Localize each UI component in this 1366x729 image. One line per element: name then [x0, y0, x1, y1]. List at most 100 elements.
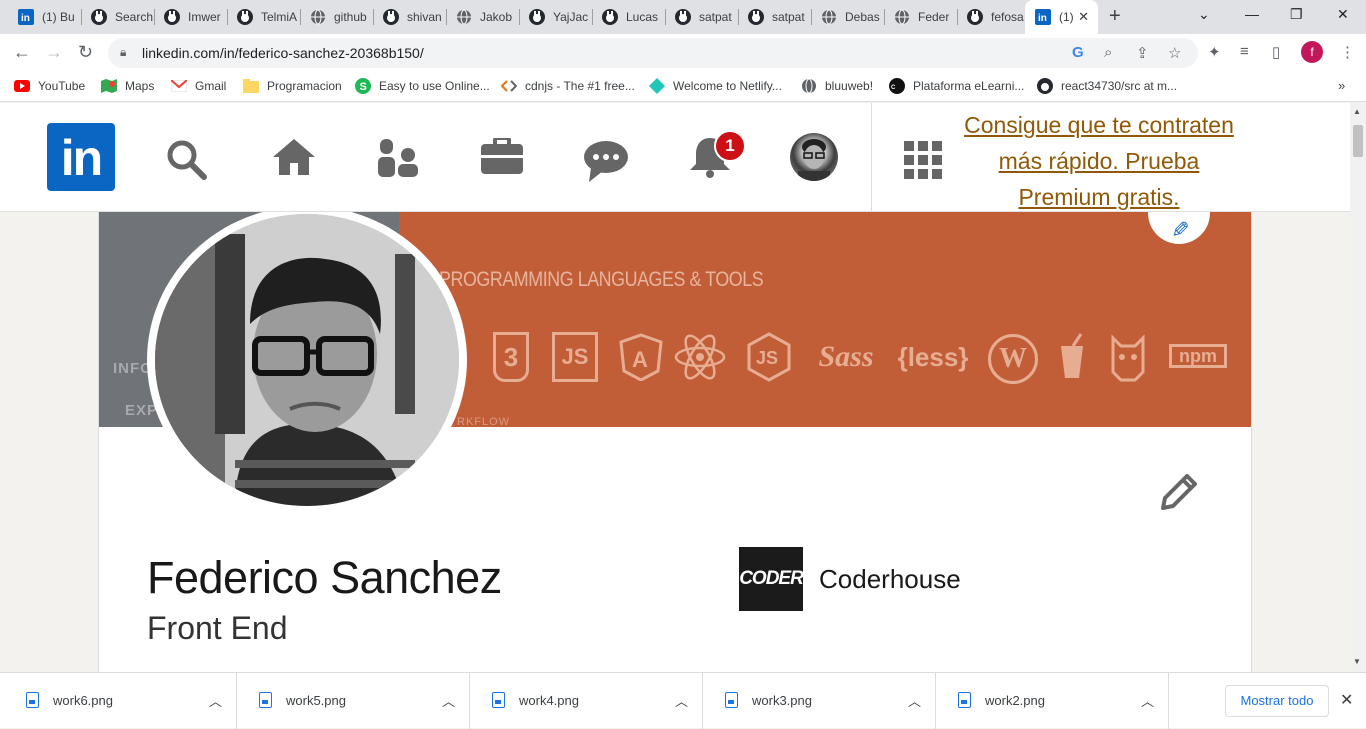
scroll-up-icon[interactable]: ▲: [1353, 107, 1361, 116]
back-icon[interactable]: ←: [13, 42, 31, 62]
tab-title: TelmiA: [261, 10, 298, 24]
minimize-icon[interactable]: —: [1245, 6, 1259, 22]
bookmark-item[interactable]: C Plataforma eLearni...: [889, 78, 1024, 94]
search-icon[interactable]: [166, 139, 208, 181]
me-avatar[interactable]: [790, 133, 838, 181]
download-item[interactable]: work4.png ︿: [470, 673, 703, 729]
bookmark-label: YouTube: [38, 79, 86, 93]
tab-title: github: [334, 10, 367, 24]
browser-tab[interactable]: satpat: [665, 0, 738, 34]
github-icon: [1037, 78, 1053, 94]
globe-icon: [821, 9, 837, 25]
tab-separator: [227, 9, 228, 25]
chevron-up-icon[interactable]: ︿: [908, 691, 921, 710]
bookmark-star-icon[interactable]: ☆: [1168, 44, 1181, 62]
download-item[interactable]: work3.png ︿: [703, 673, 936, 729]
download-item[interactable]: work6.png ︿: [4, 673, 237, 729]
browser-tab[interactable]: Search: [81, 0, 154, 34]
page-scrollbar[interactable]: ▲ ▼: [1350, 103, 1366, 672]
linkedin-logo[interactable]: in: [47, 123, 115, 191]
bookmark-item[interactable]: YouTube: [14, 78, 85, 94]
more-bookmarks-icon[interactable]: »: [1338, 78, 1345, 93]
extensions-icon[interactable]: ✦: [1208, 43, 1221, 61]
browser-tab[interactable]: github: [300, 0, 373, 34]
bookmark-item[interactable]: Welcome to Netlify...: [649, 78, 782, 94]
browser-tab[interactable]: Lucas: [592, 0, 665, 34]
network-icon[interactable]: [378, 137, 420, 179]
download-item[interactable]: work5.png ︿: [237, 673, 470, 729]
google-icon[interactable]: G: [1072, 44, 1084, 61]
tab-separator: [446, 9, 447, 25]
restore-icon[interactable]: ❐: [1290, 6, 1303, 23]
svg-text:in: in: [1038, 13, 1047, 24]
browser-tab[interactable]: satpat: [738, 0, 811, 34]
download-item[interactable]: work2.png ︿: [936, 673, 1169, 729]
profile-photo[interactable]: [147, 212, 467, 514]
browser-tab[interactable]: shivan: [373, 0, 446, 34]
bookmark-item[interactable]: bluuweb!: [801, 78, 873, 94]
globe-icon: [310, 9, 326, 25]
github-icon: [967, 9, 983, 25]
svg-text:S: S: [360, 81, 367, 93]
tab-title: Lucas: [626, 10, 659, 24]
edit-intro-pencil-icon[interactable]: [1157, 470, 1201, 514]
scroll-thumb[interactable]: [1353, 125, 1363, 157]
bookmark-item[interactable]: react34730/src at m...: [1037, 78, 1177, 94]
company-name[interactable]: Coderhouse: [819, 564, 961, 595]
sass-icon: Sass: [818, 340, 874, 373]
bookmark-item[interactable]: Gmail: [171, 78, 226, 94]
chevron-up-icon[interactable]: ︿: [209, 691, 222, 710]
reload-icon[interactable]: ↻: [78, 42, 93, 62]
new-tab-button[interactable]: +: [1109, 5, 1121, 28]
browser-tab[interactable]: Jakob: [446, 0, 519, 34]
forward-icon[interactable]: →: [45, 42, 63, 62]
media-icon[interactable]: ≡: [1240, 43, 1249, 60]
pencil-icon: ✎: [1167, 219, 1193, 239]
company-logo[interactable]: CODER: [739, 547, 804, 611]
browser-tab[interactable]: fefosa: [957, 0, 1030, 34]
bookmark-item[interactable]: cdnjs - The #1 free...: [501, 78, 635, 94]
browser-tab[interactable]: YajJac: [519, 0, 592, 34]
tab-separator: [957, 9, 958, 25]
bookmark-label: cdnjs - The #1 free...: [525, 79, 635, 93]
profile-avatar[interactable]: f: [1301, 41, 1323, 63]
image-file-icon: [958, 692, 971, 708]
header-divider: [871, 103, 872, 212]
chevron-up-icon[interactable]: ︿: [675, 691, 688, 710]
share-icon[interactable]: ⇪: [1136, 44, 1149, 62]
premium-link[interactable]: Consigue que te contraten más rápido. Pr…: [960, 107, 1238, 215]
downloads-bar: work6.png ︿ work5.png ︿ work4.png ︿ work3.png ︿…: [0, 672, 1366, 729]
show-all-downloads-button[interactable]: Mostrar todo: [1225, 685, 1329, 717]
browser-tab[interactable]: Imwer: [154, 0, 227, 34]
notification-badge: 1: [714, 130, 746, 162]
chevron-up-icon[interactable]: ︿: [1141, 691, 1154, 710]
tab-active[interactable]: in (1) ✕: [1025, 0, 1098, 34]
browser-tab[interactable]: TelmiA: [227, 0, 300, 34]
chevron-up-icon[interactable]: ︿: [442, 691, 455, 710]
bookmark-item[interactable]: S Easy to use Online...: [355, 78, 490, 94]
bookmark-item[interactable]: Maps: [101, 78, 154, 94]
browser-tab[interactable]: in (1) Bu: [8, 0, 81, 34]
close-tab-icon[interactable]: ✕: [1078, 9, 1089, 25]
tab-separator: [811, 9, 812, 25]
messaging-icon[interactable]: [583, 140, 629, 182]
image-file-icon: [26, 692, 39, 708]
jobs-icon[interactable]: [481, 138, 523, 174]
browser-tab[interactable]: Debas: [811, 0, 884, 34]
zoom-icon[interactable]: ⌕: [1104, 44, 1112, 61]
edit-banner-button[interactable]: ✎: [1148, 212, 1210, 244]
tab-title: YajJac: [553, 10, 589, 24]
apps-grid-icon[interactable]: [904, 141, 942, 179]
close-window-icon[interactable]: ✕: [1337, 6, 1349, 23]
home-icon[interactable]: [271, 137, 317, 177]
address-bar[interactable]: 🔒︎ linkedin.com/in/federico-sanchez-2036…: [108, 38, 1198, 68]
browser-tab[interactable]: Feder: [884, 0, 957, 34]
banner-footer-text: RKFLOW: [457, 416, 511, 427]
url-text: linkedin.com/in/federico-sanchez-20368b1…: [142, 45, 424, 61]
close-downloads-icon[interactable]: ✕: [1340, 690, 1353, 710]
tab-search-icon[interactable]: ⌄: [1198, 6, 1210, 23]
bookmark-item[interactable]: Programacion: [243, 78, 342, 94]
scroll-down-icon[interactable]: ▼: [1353, 657, 1361, 666]
menu-icon[interactable]: ⋮: [1340, 43, 1355, 61]
side-panel-icon[interactable]: ▯: [1272, 43, 1280, 61]
